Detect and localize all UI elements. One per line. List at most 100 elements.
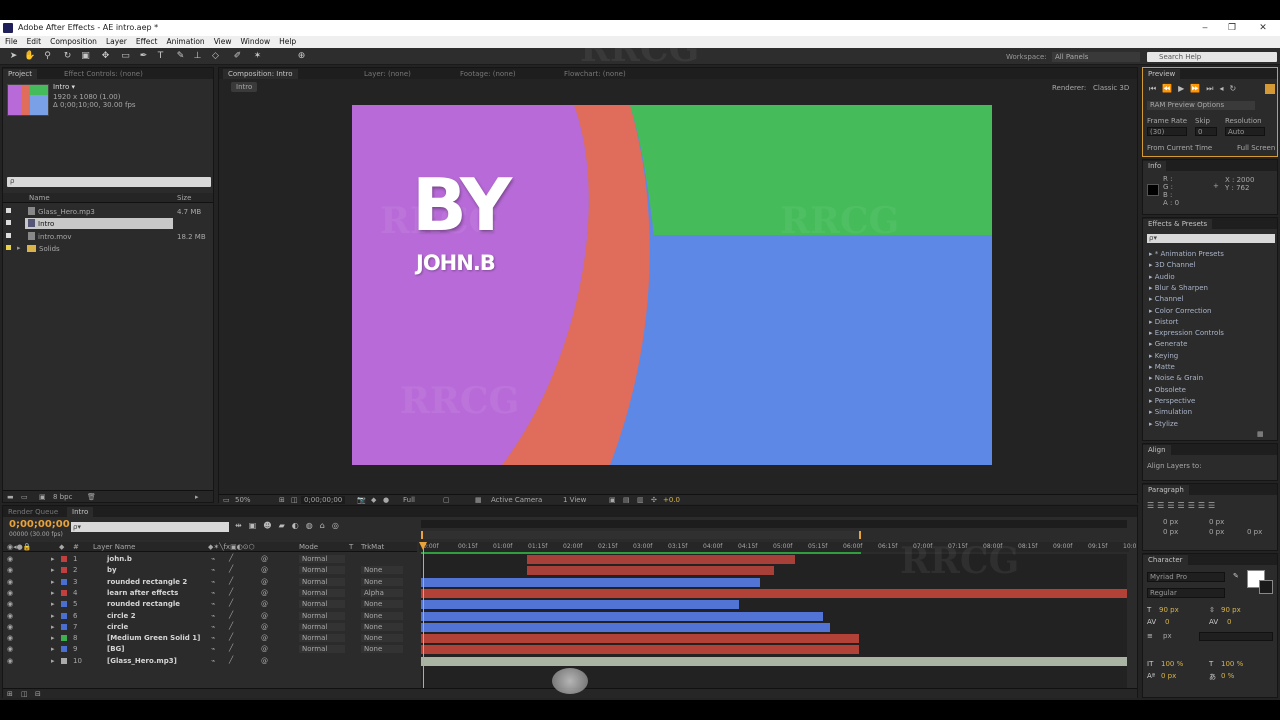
camera-dropdown[interactable]: Active Camera [491,496,542,504]
hand-tool-icon[interactable]: ✋ [24,51,35,62]
puppet-tool-icon[interactable]: ✶ [252,51,263,62]
layer-row[interactable]: ◉ ▸ 8 [Medium Green Solid 1] ⌁ ╱ @ Normal None [3,633,417,644]
tab-paragraph[interactable]: Paragraph [1143,485,1189,495]
layer-row[interactable]: ◉ ▸ 9 [BG] ⌁ ╱ @ Normal None [3,644,417,655]
eye-visibility-icon[interactable]: ◉ [7,578,13,586]
shy-switch-icon[interactable]: ⌁ [211,589,215,597]
font-size-value[interactable]: 90 px [1159,606,1179,614]
viewer-timecode[interactable]: 0;00;00;00 [301,496,346,504]
layer-label-color[interactable] [61,646,67,653]
prev-frame-icon[interactable]: ⏪ [1162,84,1178,93]
effects-category-item[interactable]: ▸ Audio [1149,273,1175,281]
layer-trkmat-dropdown[interactable]: None [361,622,403,631]
quality-switch-icon[interactable]: ╱ [229,599,233,607]
menu-layer[interactable]: Layer [106,36,127,48]
layer-duration-bar[interactable] [421,611,824,621]
bit-depth-label[interactable]: 8 bpc [53,493,72,501]
next-frame-icon[interactable]: ⏩ [1190,84,1206,93]
column-mode[interactable]: Mode [299,543,318,551]
column-layer-name[interactable]: Layer Name [93,543,135,551]
graph-editor-icon[interactable]: ⌂ [320,521,332,530]
leading-value[interactable]: 90 px [1221,606,1241,614]
shy-layers-icon[interactable]: ☻ [263,521,278,530]
time-navigator[interactable] [421,520,1127,528]
roto-brush-tool-icon[interactable]: ✐ [232,51,243,62]
layer-row[interactable]: ◉ ▸ 1 john.b ⌁ ╱ @ Normal [3,554,417,565]
tracking-value[interactable]: 0 [1227,618,1231,626]
from-current-time-checkbox[interactable]: From Current Time [1147,144,1212,152]
eye-visibility-icon[interactable]: ◉ [7,612,13,620]
eye-visibility-icon[interactable]: ◉ [7,566,13,574]
menu-view[interactable]: View [214,36,232,48]
layer-duration-bar[interactable] [526,555,796,564]
tab-composition-intro[interactable]: Composition: Intro [223,69,298,79]
expand-layer-arrow-icon[interactable]: ▸ [51,566,55,574]
quality-switch-icon[interactable]: ╱ [229,577,233,585]
effects-category-item[interactable]: ▸ Keying [1149,352,1178,360]
brush-tool-icon[interactable]: ✎ [175,51,186,62]
project-item-solids-folder[interactable]: ▸ Solids [3,243,213,254]
layer-label-color[interactable] [61,657,67,664]
expand-layer-arrow-icon[interactable]: ▸ [51,634,55,642]
parent-pick-whip-icon[interactable]: @ [261,589,268,597]
align-left-icon[interactable]: ☰ [1147,501,1157,510]
eye-visibility-icon[interactable]: ◉ [7,600,13,608]
pen-tool-icon[interactable]: ✒ [138,51,149,62]
shy-switch-icon[interactable]: ⌁ [211,623,215,631]
layer-duration-bar[interactable] [421,634,859,644]
layer-duration-bar[interactable] [421,622,831,632]
layer-row[interactable]: ◉ ▸ 7 circle ⌁ ╱ @ Normal None [3,622,417,633]
view-layout-dropdown[interactable]: 1 View [563,496,586,504]
effects-category-item[interactable]: ▸ Noise & Grain [1149,374,1203,382]
menu-window[interactable]: Window [241,36,271,48]
renderer-value[interactable]: Classic 3D [1093,84,1129,92]
menu-help[interactable]: Help [279,36,296,48]
tab-project[interactable]: Project [3,69,37,79]
camera-tool-icon[interactable]: ▣ [80,51,91,62]
layer-label-color[interactable] [61,623,67,630]
layer-mode-dropdown[interactable]: Normal [299,634,345,643]
project-item-movie[interactable]: intro.mov 18.2 MB [3,231,213,242]
layer-label-color[interactable] [61,601,67,608]
project-item-intro-comp[interactable]: Intro [25,218,173,229]
current-time-display[interactable]: 0;00;00;00 [9,519,70,530]
font-family-dropdown[interactable]: Myriad Pro [1147,572,1225,582]
shy-switch-icon[interactable]: ⌁ [211,645,215,653]
layer-row[interactable]: ◉ ▸ 3 rounded rectangle 2 ⌁ ╱ @ Normal None [3,577,417,588]
quality-switch-icon[interactable]: ╱ [229,554,233,562]
parent-pick-whip-icon[interactable]: @ [261,634,268,642]
layer-label-color[interactable] [61,635,67,642]
always-preview-icon[interactable]: ▭ [223,496,230,504]
stroke-color-swatch[interactable] [1259,580,1273,594]
new-preset-icon[interactable]: ▦ [1257,430,1264,438]
layer-duration-bar[interactable] [421,600,739,610]
frame-rate-dropdown[interactable]: (30) [1147,127,1187,136]
tsume-value[interactable]: 0 % [1221,672,1234,680]
skip-field[interactable]: 0 [1195,127,1217,136]
justify-last-left-icon[interactable]: ☰ [1178,501,1188,510]
layer-duration-bar[interactable] [421,656,1127,666]
column-number[interactable]: # [73,543,79,551]
layer-row[interactable]: ◉ ▸ 4 learn after effects ⌁ ╱ @ Normal Alpha [3,588,417,599]
justify-last-right-icon[interactable]: ☰ [1198,501,1208,510]
shy-switch-icon[interactable]: ⌁ [211,555,215,563]
shy-switch-icon[interactable]: ⌁ [211,612,215,620]
quality-switch-icon[interactable]: ╱ [229,588,233,596]
resolution-dropdown[interactable]: Full [403,496,415,504]
rotate-tool-icon[interactable]: ↻ [62,51,73,62]
shy-switch-icon[interactable]: ⌁ [211,657,215,665]
layer-name[interactable]: john.b [107,555,132,563]
auto-keyframe-icon[interactable]: ◎ [332,521,346,530]
layer-label-color[interactable] [61,567,67,574]
quality-switch-icon[interactable]: ╱ [229,633,233,641]
parent-pick-whip-icon[interactable]: @ [261,555,268,563]
layer-trkmat-dropdown[interactable]: None [361,600,403,609]
tab-info[interactable]: Info [1143,161,1167,171]
layer-name[interactable]: circle 2 [107,612,136,620]
effects-category-item[interactable]: ▸ Distort [1149,318,1178,326]
work-area-bar[interactable] [421,531,861,539]
flowchart-icon[interactable]: ▥ [637,496,644,504]
menu-effect[interactable]: Effect [136,36,158,48]
eye-visibility-icon[interactable]: ◉ [7,555,13,563]
tab-effect-controls[interactable]: Effect Controls: (none) [59,69,148,79]
